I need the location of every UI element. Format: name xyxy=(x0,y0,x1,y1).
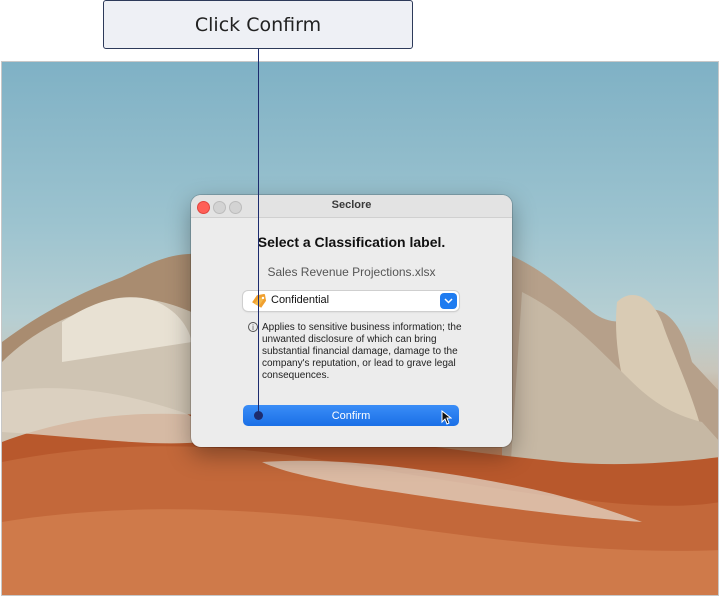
annotation-target-dot xyxy=(254,411,263,420)
dialog-heading: Select a Classification label. xyxy=(257,234,446,250)
classification-description: Applies to sensitive business informatio… xyxy=(262,322,462,381)
window-title: Seclore xyxy=(331,199,372,211)
dropdown-selected-value: Confidential xyxy=(271,294,330,306)
annotation-callout: Click Confirm xyxy=(103,0,413,49)
info-icon: i xyxy=(248,322,258,332)
confirm-button[interactable]: Confirm xyxy=(243,405,459,426)
mouse-cursor-icon xyxy=(441,410,452,425)
tag-icon xyxy=(252,294,267,308)
annotation-text: Click Confirm xyxy=(194,13,322,36)
file-name-label: Sales Revenue Projections.xlsx xyxy=(267,265,436,279)
chevron-down-icon[interactable] xyxy=(440,293,457,309)
dialog-titlebar[interactable]: Seclore xyxy=(191,195,512,218)
classification-dropdown[interactable]: Confidential xyxy=(243,291,459,311)
classification-dialog: Seclore Select a Classification label. S… xyxy=(191,195,512,447)
confirm-button-label: Confirm xyxy=(331,409,371,422)
annotation-connector-line xyxy=(258,49,259,415)
